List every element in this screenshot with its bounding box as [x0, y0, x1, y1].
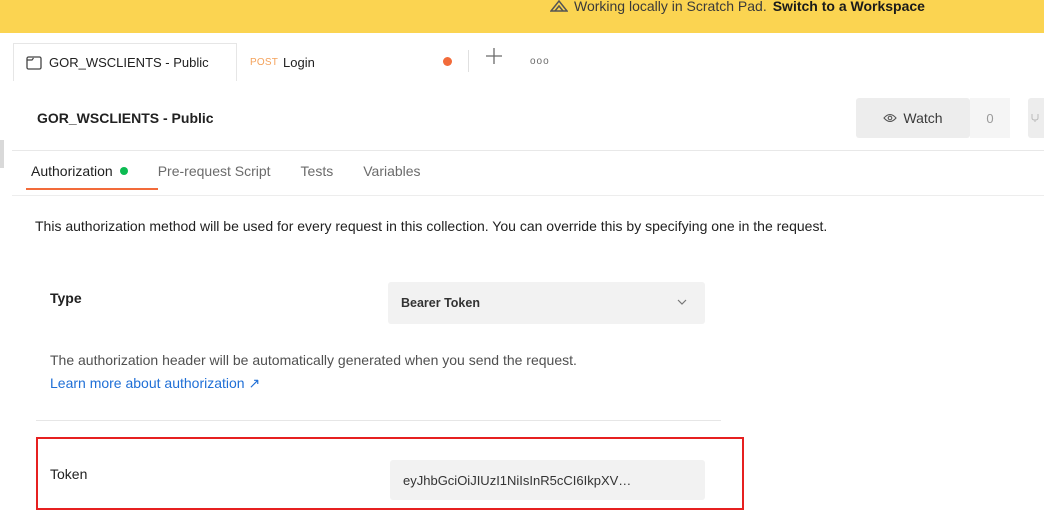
- tab-pre-request-script[interactable]: Pre-request Script: [158, 163, 271, 179]
- auth-type-value: Bearer Token: [401, 296, 480, 310]
- collection-subtabs: Authorization Pre-request Script Tests V…: [31, 163, 451, 179]
- tab-login-label: Login: [283, 54, 315, 70]
- auth-help: The authorization header will be automat…: [50, 349, 577, 395]
- tab-variables-label: Variables: [363, 163, 421, 179]
- type-label: Type: [50, 290, 82, 306]
- header-divider: [12, 150, 1044, 151]
- tab-options-button[interactable]: ooo: [530, 56, 550, 67]
- watch-button[interactable]: Watch: [856, 98, 970, 138]
- sidebar-edge: [0, 140, 4, 168]
- banner-content: Working locally in Scratch Pad. Switch t…: [550, 0, 925, 21]
- active-tab-indicator: [26, 188, 158, 190]
- tab-tests-label: Tests: [300, 163, 334, 179]
- workspace-banner: Working locally in Scratch Pad. Switch t…: [0, 0, 1044, 33]
- fork-icon: [1031, 114, 1039, 122]
- token-input[interactable]: eyJhbGciOiJIUzI1NiIsInR5cCI6IkpXV…: [390, 460, 705, 500]
- tab-collection-label: GOR_WSCLIENTS - Public: [49, 55, 209, 70]
- tab-pre-request-script-label: Pre-request Script: [157, 163, 271, 179]
- tab-authorization-label: Authorization: [31, 163, 113, 179]
- new-tab-button[interactable]: [485, 47, 503, 65]
- status-dot: [119, 167, 128, 175]
- subtab-divider: [12, 195, 1044, 196]
- tab-collection[interactable]: GOR_WSCLIENTS - Public: [13, 43, 237, 81]
- tab-bar: GOR_WSCLIENTS - Public POST Login: [0, 33, 1044, 89]
- tab-variables[interactable]: Variables: [363, 163, 420, 179]
- eye-icon: [883, 113, 898, 123]
- collection-icon: [26, 55, 42, 70]
- tab-tests[interactable]: Tests: [301, 163, 334, 179]
- auth-description: This authorization method will be used f…: [35, 218, 828, 234]
- banner-text: Working locally in Scratch Pad.: [574, 0, 767, 14]
- watch-label: Watch: [903, 110, 943, 126]
- switch-workspace-link[interactable]: Switch to a Workspace: [773, 0, 925, 14]
- auth-help-text: The authorization header will be automat…: [50, 352, 577, 368]
- section-divider: [36, 420, 721, 421]
- auth-type-select[interactable]: Bearer Token: [388, 282, 705, 324]
- scratchpad-icon: [550, 0, 568, 12]
- chevron-down-icon: [677, 299, 687, 305]
- tab-authorization[interactable]: Authorization: [31, 163, 128, 179]
- watch-count[interactable]: 0: [970, 98, 1010, 138]
- tab-divider: [468, 50, 469, 72]
- collection-title: GOR_WSCLIENTS - Public: [37, 110, 214, 126]
- token-label: Token: [50, 466, 88, 482]
- tab-login-request[interactable]: POST Login: [250, 43, 460, 81]
- learn-more-link[interactable]: Learn more about authorization ↗: [50, 372, 577, 395]
- fork-button[interactable]: [1028, 98, 1044, 138]
- unsaved-indicator: [443, 57, 452, 66]
- request-method: POST: [250, 56, 279, 68]
